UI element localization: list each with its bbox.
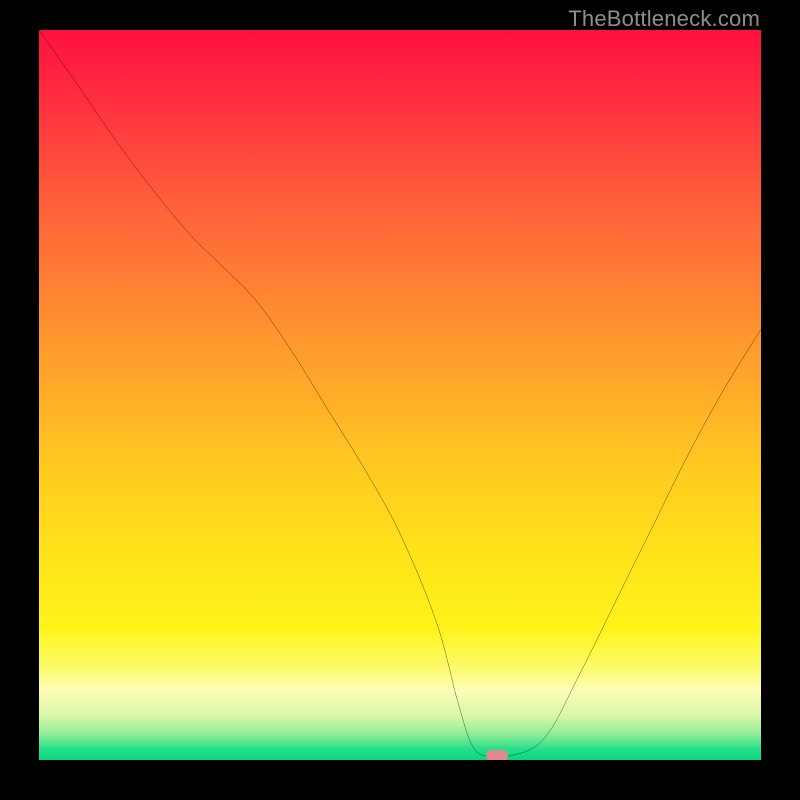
background-gradient — [39, 30, 761, 760]
plot-area — [39, 30, 761, 760]
watermark-text: TheBottleneck.com — [568, 6, 760, 32]
optimal-marker — [486, 750, 508, 760]
chart-frame: TheBottleneck.com — [0, 0, 800, 800]
